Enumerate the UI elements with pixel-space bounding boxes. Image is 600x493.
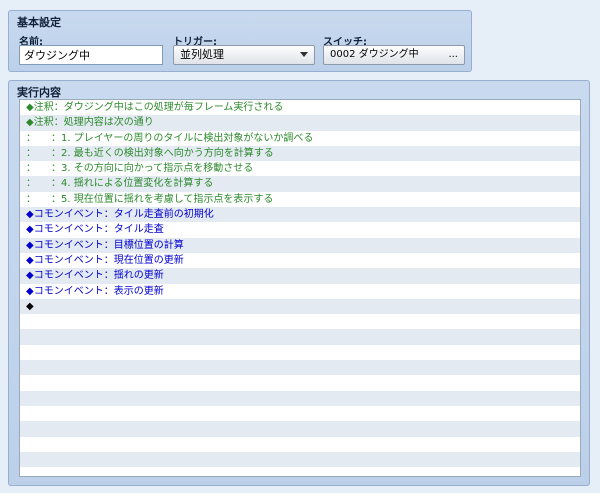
switch-select-button[interactable]: 0002 ダウジング中 ... — [323, 45, 465, 65]
command-row[interactable]: ： ：1. プレイヤーの周りのタイルに検出対象がないか調べる — [20, 130, 580, 146]
command-row[interactable]: ： ：4. 揺れによる位置変化を計算する — [20, 176, 580, 192]
basic-settings-panel: 基本設定 名前: トリガー: 並列処理 スイッチ: 0002 ダウジング中 ..… — [8, 10, 472, 72]
switch-value: 0002 ダウジング中 — [330, 49, 419, 60]
trigger-value: 並列処理 — [180, 48, 224, 61]
command-row[interactable]: ◆注釈：ダウジング中はこの処理が毎フレーム実行される — [20, 100, 580, 116]
empty-command-row[interactable] — [20, 405, 580, 422]
command-row[interactable]: ： ：2. 最も近くの検出対象へ向かう方向を計算する — [20, 145, 580, 162]
event-contents-panel: 実行内容 ◆注釈：ダウジング中はこの処理が毎フレーム実行される ◆注釈：処理内容は… — [8, 80, 590, 486]
command-row[interactable]: ： ：3. その方向に向かって指示点を移動させる — [20, 161, 580, 177]
command-row[interactable]: ◆注釈：処理内容は次の通り — [20, 115, 580, 131]
command-row[interactable]: ◆ — [20, 298, 580, 315]
empty-command-row[interactable] — [20, 314, 580, 330]
empty-command-row[interactable] — [20, 390, 580, 406]
empty-command-row[interactable] — [20, 421, 580, 437]
empty-command-row[interactable] — [20, 360, 580, 376]
command-list[interactable]: ◆注釈：ダウジング中はこの処理が毎フレーム実行される ◆注釈：処理内容は次の通り：… — [19, 99, 581, 477]
command-row[interactable]: ◆コモンイベント：揺れの更新 — [20, 268, 580, 284]
event-contents-title: 実行内容 — [17, 86, 61, 99]
command-row[interactable]: ◆コモンイベント：タイル走査 — [20, 222, 580, 238]
empty-command-row[interactable] — [20, 436, 580, 452]
empty-command-row[interactable] — [20, 344, 580, 361]
basic-settings-title: 基本設定 — [17, 16, 61, 29]
name-field[interactable] — [19, 45, 163, 65]
command-row[interactable]: ： ：5. 現在位置に揺れを考慮して指示点を表示する — [20, 191, 580, 208]
command-row[interactable]: ◆コモンイベント：目標位置の計算 — [20, 237, 580, 253]
empty-command-row[interactable] — [20, 375, 580, 391]
command-row[interactable]: ◆コモンイベント：タイル走査前の初期化 — [20, 207, 580, 223]
command-row[interactable]: ◆コモンイベント：現在位置の更新 — [20, 252, 580, 269]
empty-command-row[interactable] — [20, 451, 580, 468]
empty-command-row[interactable] — [20, 329, 580, 345]
command-row[interactable]: ◆コモンイベント：表示の更新 — [20, 283, 580, 299]
trigger-select[interactable]: 並列処理 — [173, 45, 315, 65]
empty-command-row[interactable] — [20, 467, 580, 476]
chevron-down-icon — [300, 52, 308, 57]
ellipsis-icon: ... — [448, 49, 458, 60]
